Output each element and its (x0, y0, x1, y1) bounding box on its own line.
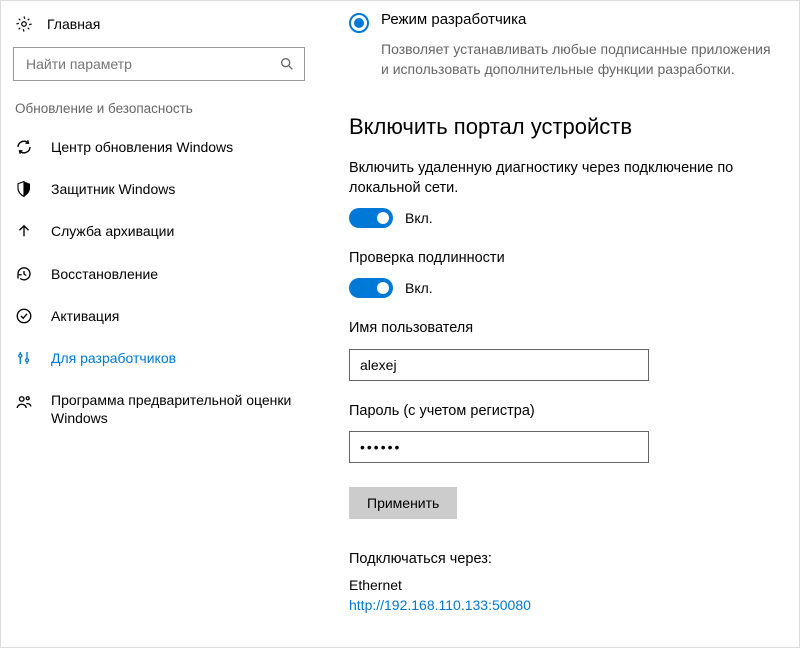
developer-mode-radio[interactable]: Режим разработчика (349, 11, 771, 33)
search-icon (278, 55, 296, 73)
remote-diag-toggle[interactable] (349, 208, 393, 228)
username-input[interactable]: alexej (349, 349, 649, 381)
connect-url-link[interactable]: http://192.168.110.133:50080 (349, 597, 771, 613)
remote-diag-label: Включить удаленную диагностику через под… (349, 158, 771, 199)
people-icon (15, 393, 33, 411)
username-label: Имя пользователя (349, 318, 771, 338)
sidebar-item-label: Служба архивации (51, 222, 303, 240)
sidebar-item-insider[interactable]: Программа предварительной оценки Windows (9, 379, 309, 439)
sidebar-item-label: Программа предварительной оценки Windows (51, 391, 303, 427)
sidebar-item-backup[interactable]: Служба архивации (9, 210, 309, 252)
refresh-icon (15, 138, 33, 156)
sidebar-item-developers[interactable]: Для разработчиков (9, 337, 309, 379)
sidebar-item-windows-update[interactable]: Центр обновления Windows (9, 126, 309, 168)
device-portal-title: Включить портал устройств (349, 114, 771, 140)
sidebar-item-label: Центр обновления Windows (51, 138, 303, 156)
search-input[interactable] (24, 55, 278, 73)
auth-label: Проверка подлинности (349, 248, 771, 268)
password-label: Пароль (с учетом регистра) (349, 401, 771, 421)
connect-interface: Ethernet (349, 577, 771, 593)
sidebar-item-label: Активация (51, 307, 303, 325)
sidebar-item-label: Для разработчиков (51, 349, 303, 367)
sidebar-item-label: Защитник Windows (51, 180, 303, 198)
auth-toggle[interactable] (349, 278, 393, 298)
radio-label: Режим разработчика (381, 11, 526, 28)
shield-icon (15, 180, 33, 198)
sidebar-item-label: Восстановление (51, 265, 303, 283)
sidebar-item-recovery[interactable]: Восстановление (9, 253, 309, 295)
password-input[interactable]: •••••• (349, 431, 649, 463)
sidebar: Главная Обновление и безопасность Центр … (1, 1, 317, 647)
tools-icon (15, 349, 33, 367)
upload-icon (15, 222, 33, 240)
radio-description: Позволяет устанавливать любые подписанны… (381, 39, 771, 80)
remote-diag-state: Вкл. (405, 210, 433, 226)
content: Режим разработчика Позволяет устанавлива… (317, 1, 799, 647)
sidebar-section-header: Обновление и безопасность (9, 95, 309, 126)
sidebar-item-defender[interactable]: Защитник Windows (9, 168, 309, 210)
home-label: Главная (47, 16, 100, 32)
search-input-wrap[interactable] (13, 47, 305, 81)
connect-via-label: Подключаться через: (349, 549, 771, 569)
radio-selected-icon (349, 13, 369, 33)
history-icon (15, 265, 33, 283)
sidebar-item-activation[interactable]: Активация (9, 295, 309, 337)
home-nav[interactable]: Главная (9, 9, 309, 39)
auth-state: Вкл. (405, 280, 433, 296)
check-circle-icon (15, 307, 33, 325)
gear-icon (15, 15, 33, 33)
apply-button[interactable]: Применить (349, 487, 457, 519)
